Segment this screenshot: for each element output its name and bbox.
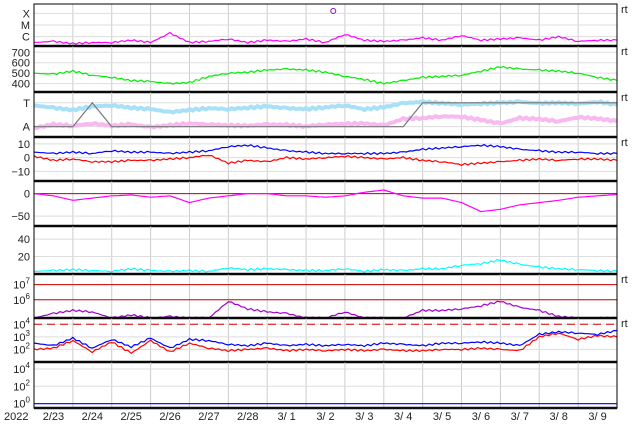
y-tick-label: T [23, 98, 30, 110]
x-tick-label: 2/23 [43, 411, 64, 423]
y-tick-label: 107 [13, 277, 30, 292]
panel-bottom: 104 102 100 [13, 361, 618, 411]
y-tick-label: 0 [24, 189, 30, 201]
x-tick-label: 3/ 9 [588, 411, 606, 423]
x-tick-label: 2/24 [82, 411, 103, 423]
y-tick-label: A [23, 122, 31, 134]
year-label: 2022 [4, 411, 28, 423]
panel-dst: 0 −50 [11, 180, 618, 228]
y-tick-label: C [22, 32, 30, 44]
series-proton-blue [33, 329, 618, 349]
panel-frame [33, 225, 618, 275]
series-xray-flux [33, 31, 618, 45]
y-tick-label: 102 [13, 341, 30, 356]
panel-frame [33, 273, 618, 319]
realtime-tag: rt [621, 4, 628, 16]
y-tick-label: 20 [18, 252, 30, 264]
panel-frame [33, 45, 618, 93]
y-tick-label: 100 [13, 396, 30, 411]
x-tick-label: 3/ 5 [433, 411, 451, 423]
x-tick-label: 2/25 [120, 411, 141, 423]
y-tick-label: 40 [18, 234, 30, 246]
x-tick-label: 2/27 [198, 411, 219, 423]
panel-kp: 40 20 [18, 225, 618, 276]
series-bt [33, 143, 618, 156]
panel-xray: XMCrt [21, 3, 628, 48]
x-tick-label: 3/ 6 [472, 411, 490, 423]
panel-electron: 107106 rt [13, 273, 628, 320]
realtime-tag: rt [621, 274, 628, 286]
y-tick-label: 400 [12, 79, 30, 91]
series-index [33, 259, 618, 273]
y-tick-label: M [21, 20, 30, 32]
x-tick-label: 3/ 1 [277, 411, 295, 423]
realtime-tag: rt [621, 137, 628, 149]
panel-speed: 700600500400rt [12, 45, 628, 94]
realtime-tag: rt [621, 92, 628, 104]
panel-temp-density: TArt [23, 91, 628, 139]
x-tick-label: 2/28 [237, 411, 258, 423]
y-tick-label: −50 [11, 211, 30, 223]
x-tick-label: 3/ 4 [394, 411, 412, 423]
x-tick-label: 3/ 2 [316, 411, 334, 423]
x-tick-label: 3/ 8 [550, 411, 568, 423]
flare-marker [330, 8, 337, 14]
panel-frame [33, 91, 618, 138]
realtime-tag: rt [621, 46, 628, 58]
series-electron-flux [33, 300, 618, 319]
y-tick-label: 106 [13, 292, 30, 307]
panel-proton: 104103102rt [13, 316, 628, 364]
panel-imf: 10 0−10 rt [11, 136, 628, 183]
x-tick-label: 3/ 3 [355, 411, 373, 423]
y-tick-label: 104 [13, 361, 30, 376]
y-tick-label: X [23, 8, 31, 20]
y-tick-label: 0 [24, 153, 30, 165]
series-bz [33, 154, 618, 167]
space-weather-chart: XMCrt700600500400rtTArt100−10rt0−5040201… [4, 3, 628, 423]
y-tick-label: 10 [18, 139, 30, 151]
y-tick-label: 102 [13, 378, 30, 393]
y-tick-label: −10 [11, 166, 30, 178]
realtime-tag: rt [621, 318, 628, 330]
series-proton-red [33, 332, 618, 355]
x-tick-label: 3/ 7 [511, 411, 529, 423]
x-tick-label: 2/26 [159, 411, 180, 423]
series-solar-wind-speed [33, 65, 618, 85]
